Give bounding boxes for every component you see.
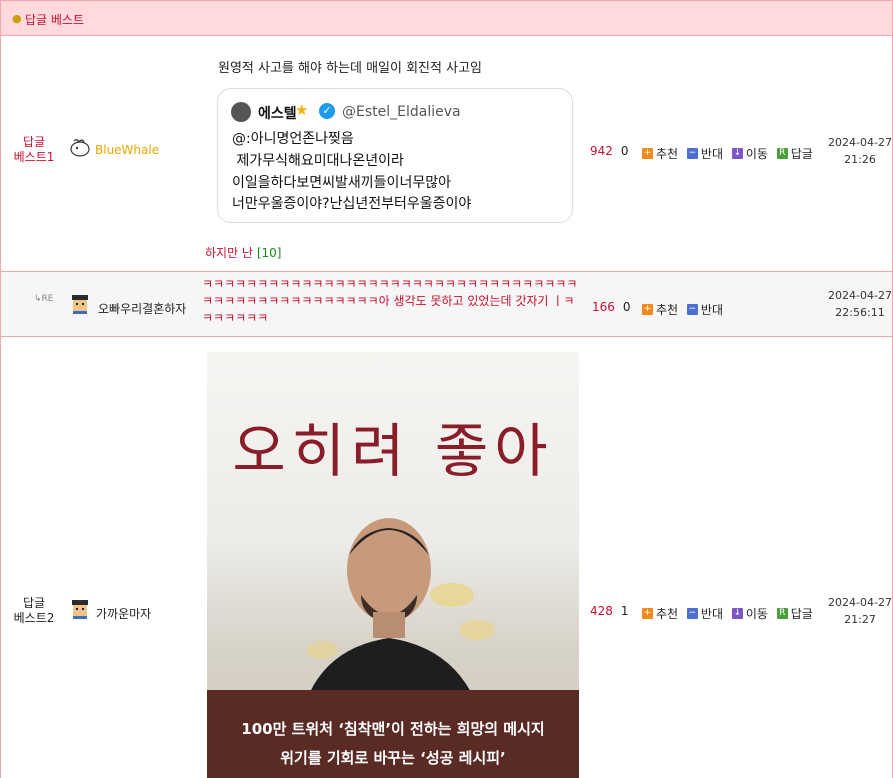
post-time: 22:56:11: [835, 306, 885, 319]
post-date: 2024-04-27: [828, 596, 892, 609]
book-subtitle-line: 위기를 기회로 바꾸는 ‘성공 레시피’: [280, 749, 506, 767]
vote-score: 428 1: [590, 604, 629, 618]
post-date: 2024-04-27: [828, 136, 892, 149]
vote-score: 166 0: [592, 300, 631, 314]
reply-icon: R: [776, 148, 788, 159]
tweet-handle: @Estel_Eldalieva: [342, 104, 461, 120]
star-icon: ★: [295, 101, 309, 119]
pixel-avatar-icon: [72, 600, 88, 619]
move-button[interactable]: ↓ 이동: [731, 145, 768, 162]
oppose-label: 반대: [700, 303, 724, 317]
oppose-button[interactable]: − 반대: [686, 605, 724, 622]
tweet-line: @:아니명언존나찢음: [232, 131, 354, 147]
move-label: 이동: [745, 147, 768, 161]
book-title: 오히려 좋아: [232, 417, 554, 485]
reply-row: 답글 베스트1 BlueWhale 원영적 사고를 해야 하는데 매일이 회진적…: [1, 36, 892, 270]
rank-line: 답글: [22, 135, 46, 149]
tweet-line: 이일을하다보면씨발새끼들이너무많아: [232, 175, 451, 191]
reply-label: 답글: [790, 147, 813, 161]
recommend-button[interactable]: + 추천: [642, 145, 678, 162]
score-count: 0: [622, 300, 631, 314]
medal-icon: ●: [12, 12, 22, 25]
pixel-avatar-icon: [72, 295, 88, 314]
plus-icon: +: [642, 304, 653, 315]
move-label: 이동: [745, 607, 768, 621]
score-count: 0: [620, 144, 629, 158]
minus-icon: −: [686, 608, 698, 619]
reply-icon: R: [776, 608, 788, 619]
rank-line: 답글: [22, 596, 46, 610]
post-time: 21:27: [844, 613, 876, 626]
oppose-label: 반대: [700, 147, 724, 161]
section-title: 답글 베스트: [25, 13, 85, 27]
oppose-button[interactable]: − 반대: [686, 145, 724, 162]
tweet-line: 너만우울증이야?난십년전부터우울증이야: [232, 196, 472, 212]
score-points: 166: [592, 300, 615, 314]
vote-score: 942 0: [590, 144, 629, 158]
reply-button[interactable]: R 답글: [776, 605, 813, 622]
whale-avatar-icon: [70, 139, 90, 157]
post-datetime: 2024-04-27 21:26: [825, 134, 893, 168]
score-points: 942: [590, 144, 613, 158]
rank-label: 답글 베스트1: [4, 135, 64, 165]
tweet-author-name: 에스텔: [258, 106, 297, 122]
comment-count-link[interactable]: [10]: [257, 246, 282, 260]
post-time: 21:26: [844, 153, 876, 166]
book-subtitle-line: 100만 트위처 ‘침착맨’이 전하는 희망의 메시지: [241, 720, 545, 738]
tweet-avatar: [231, 102, 251, 122]
tweet-card-image: 에스텔 ★ ✓ @Estel_Eldalieva @:아니명언존나찢음 제가무식…: [217, 88, 573, 223]
rank-line: 베스트1: [13, 150, 55, 164]
tweet-line: 제가무식해요미대나온년이라: [232, 153, 404, 169]
post-datetime: 2024-04-27 21:27: [825, 594, 893, 628]
arrow-down-icon: ↓: [731, 608, 743, 619]
nickname-link[interactable]: 오빠우리결혼하자: [98, 300, 186, 317]
verified-check-icon: ✓: [319, 103, 335, 119]
plus-icon: +: [642, 148, 653, 159]
action-bar: + 추천 − 반대 ↓ 이동 R 답글: [642, 144, 818, 162]
recommend-label: 추천: [656, 303, 679, 317]
post-date: 2024-04-27: [828, 289, 892, 302]
action-bar: + 추천 − 반대 ↓ 이동 R 답글: [642, 604, 818, 622]
book-cover-image: 오히려 좋아 100만 트위처 ‘침착맨’이 전하는 희망의 메시지 위기를 기…: [207, 352, 579, 778]
recommend-label: 추천: [656, 607, 679, 621]
plus-icon: +: [642, 608, 653, 619]
recommend-label: 추천: [656, 147, 679, 161]
reply-label: 답글: [790, 607, 813, 621]
post-caption: 원영적 사고를 해야 하는데 매일이 회진적 사고임: [218, 61, 482, 76]
oppose-button[interactable]: − 반대: [686, 301, 724, 318]
oppose-label: 반대: [700, 607, 724, 621]
score-count: 1: [620, 604, 629, 618]
nickname-link[interactable]: BlueWhale: [95, 143, 159, 157]
nested-reply-text: ㅋㅋㅋㅋㅋㅋㅋㅋㅋㅋㅋㅋㅋㅋㅋㅋㅋㅋㅋㅋㅋㅋㅋㅋㅋㅋㅋㅋㅋㅋㅋㅋㅋㅋㅋㅋㅋㅋㅋㅋ…: [202, 277, 578, 325]
post-datetime: 2024-04-27 22:56:11: [825, 287, 893, 321]
rank-line: 베스트2: [13, 611, 55, 625]
re-label: RE: [41, 294, 54, 304]
best-reply-header: ● 답글 베스트: [1, 0, 892, 36]
reply-indent-marker: ↳RE: [34, 294, 54, 304]
recommend-button[interactable]: + 추천: [642, 605, 678, 622]
move-button[interactable]: ↓ 이동: [731, 605, 768, 622]
minus-icon: −: [686, 148, 698, 159]
recommend-button[interactable]: + 추천: [642, 301, 678, 318]
score-points: 428: [590, 604, 613, 618]
reply-footer-text: 하지만 난: [205, 246, 253, 260]
reply-footer: 하지만 난 [10]: [205, 244, 281, 261]
rank-label: 답글 베스트2: [4, 596, 64, 626]
reply-button[interactable]: R 답글: [776, 145, 813, 162]
nickname-link[interactable]: 가까운마자: [96, 605, 151, 622]
arrow-down-icon: ↓: [731, 148, 743, 159]
action-bar: + 추천 − 반대: [642, 300, 728, 318]
minus-icon: −: [686, 304, 698, 315]
